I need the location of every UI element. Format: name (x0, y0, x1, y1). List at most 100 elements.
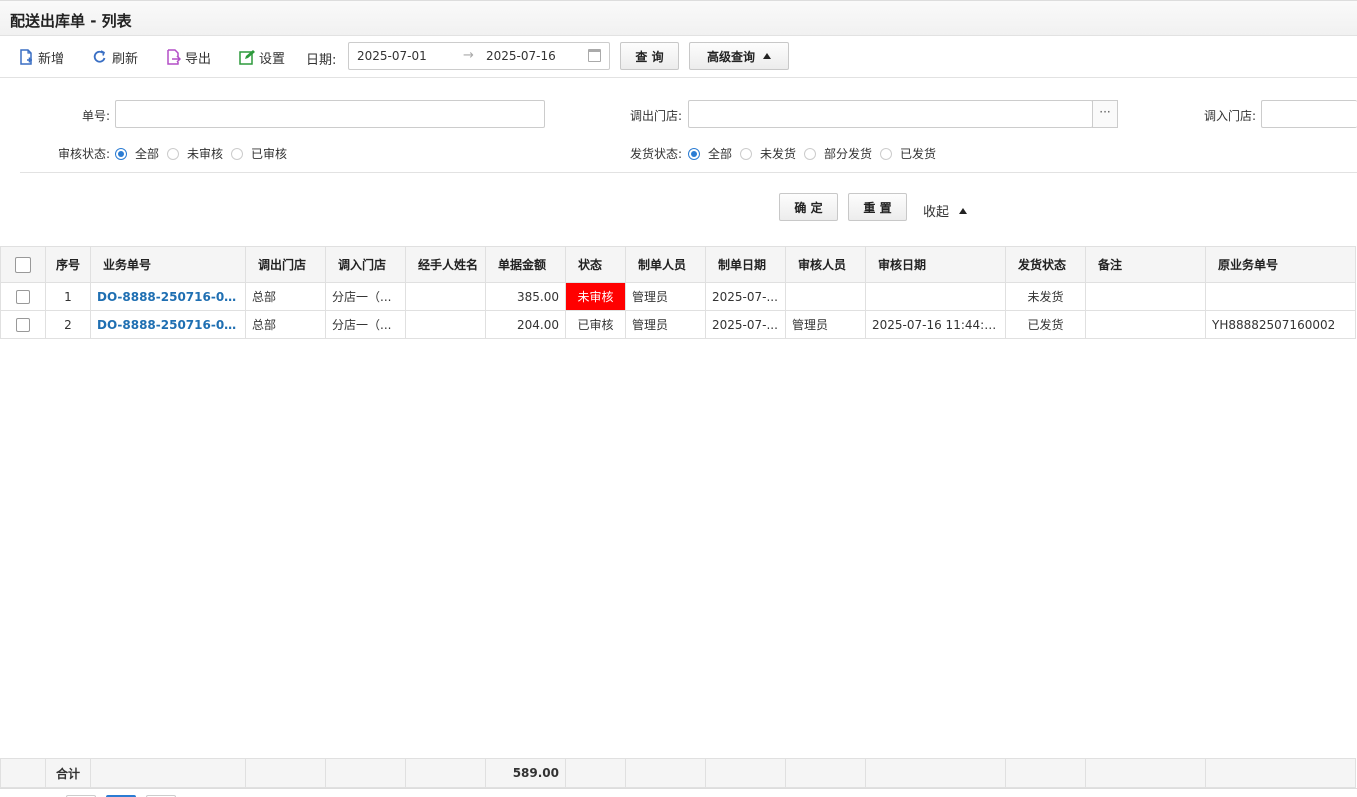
export-label: 导出 (185, 51, 212, 67)
add-label: 新增 (38, 51, 65, 67)
date-range-picker[interactable]: 2025-07-01 → 2025-07-16 (348, 42, 610, 70)
date-arrow-icon: → (463, 48, 474, 63)
column-header[interactable]: 调出门店 (245, 246, 326, 283)
refresh-button[interactable]: 刷新 (92, 47, 138, 67)
row-select-cell[interactable] (0, 310, 46, 339)
settings-button[interactable]: 设置 (239, 47, 285, 67)
in-store-label: 调入门店: (1203, 109, 1256, 123)
column-header[interactable]: 制单人员 (625, 246, 706, 283)
summary-empty (245, 758, 326, 788)
radio-checked-icon (115, 147, 127, 160)
confirm-button[interactable]: 确 定 (779, 193, 838, 221)
date-label: 日期: (306, 53, 337, 68)
ship-status-group: 全部 未发货 部分发货 已发货 (688, 145, 944, 162)
new-file-icon (20, 49, 32, 65)
summary-empty (1085, 758, 1206, 788)
audit-option-all[interactable]: 全部 (115, 145, 159, 162)
row-checkbox[interactable] (16, 289, 30, 304)
audit-option-unaudited[interactable]: 未审核 (167, 145, 223, 162)
ship-option-all[interactable]: 全部 (688, 145, 732, 162)
amount-cell: 385.00 (485, 282, 566, 311)
audit-date-cell: 2025-07-16 11:44:31 (865, 310, 1006, 339)
collapse-label: 收起 (923, 205, 950, 220)
in-store-input[interactable] (1261, 100, 1357, 128)
ship-option-unshipped[interactable]: 未发货 (740, 145, 796, 162)
out-store-picker-button[interactable]: ··· (1092, 100, 1118, 128)
order-number-link[interactable]: DO-8888-250716-0009 (90, 282, 246, 311)
calendar-icon[interactable] (588, 49, 601, 62)
radio-checked-icon (688, 147, 700, 160)
date-end[interactable]: 2025-07-16 (486, 49, 556, 63)
query-label: 查 询 (635, 49, 664, 64)
reset-label: 重 置 (863, 200, 892, 215)
summary-empty (1005, 758, 1086, 788)
remark-cell (1085, 310, 1206, 339)
table-row[interactable]: 1 DO-8888-250716-0009 总部 分店一（... 385.00 … (0, 282, 1356, 311)
refresh-label: 刷新 (112, 51, 139, 67)
ship-status-cell: 已发货 (1005, 310, 1086, 339)
row-checkbox[interactable] (16, 317, 30, 332)
advanced-query-button[interactable]: 高级查询 (689, 42, 789, 70)
summary-empty (1205, 758, 1356, 788)
date-start[interactable]: 2025-07-01 (357, 49, 427, 63)
row-number: 1 (45, 282, 91, 311)
export-button[interactable]: 导出 (165, 47, 211, 67)
radio-icon (804, 147, 817, 160)
collapse-button[interactable]: 收起 (923, 201, 968, 220)
column-header[interactable]: 业务单号 (90, 246, 246, 283)
audit-option-label: 全部 (135, 147, 160, 161)
ship-option-label: 全部 (708, 147, 733, 161)
select-all-header[interactable] (0, 246, 46, 283)
column-header[interactable]: 经手人姓名 (405, 246, 486, 283)
column-header[interactable]: 原业务单号 (1205, 246, 1356, 283)
select-all-checkbox[interactable] (15, 256, 31, 273)
add-button[interactable]: 新增 (18, 47, 64, 67)
order-number-link[interactable]: DO-8888-250716-0008 (90, 310, 246, 339)
ship-option-label: 未发货 (760, 147, 797, 161)
out-store-label: 调出门店: (629, 109, 682, 123)
out-store-input[interactable] (688, 100, 1093, 128)
reset-button[interactable]: 重 置 (848, 193, 907, 221)
toolbar: 新增 刷新 导出 设置 日期: 2025-07-01 → 2025-07-16 … (0, 36, 1357, 78)
audit-status-label: 审核状态: (57, 147, 110, 161)
summary-empty (325, 758, 406, 788)
column-header[interactable]: 备注 (1085, 246, 1206, 283)
audit-option-audited[interactable]: 已审核 (231, 145, 287, 162)
table-row[interactable]: 2 DO-8888-250716-0008 总部 分店一（... 204.00 … (0, 310, 1356, 339)
order-no-input[interactable] (115, 100, 545, 128)
make-date-cell: 2025-07-... (705, 310, 786, 339)
refresh-icon (93, 50, 106, 63)
summary-empty (0, 758, 46, 788)
triangle-up-icon (959, 207, 968, 214)
column-header[interactable]: 发货状态 (1005, 246, 1086, 283)
status-badge: 已审核 (565, 310, 626, 339)
column-header[interactable]: 审核日期 (865, 246, 1006, 283)
summary-empty (405, 758, 486, 788)
column-header[interactable]: 序号 (45, 246, 91, 283)
column-header[interactable]: 单据金额 (485, 246, 566, 283)
in-store-cell: 分店一（... (325, 282, 406, 311)
total-amount: 589.00 (485, 758, 566, 788)
audit-option-label: 已审核 (251, 147, 288, 161)
summary-empty (90, 758, 246, 788)
column-header[interactable]: 制单日期 (705, 246, 786, 283)
title-bar: 配送出库单 - 列表 (0, 0, 1357, 36)
audit-date-cell (865, 282, 1006, 311)
row-select-cell[interactable] (0, 282, 46, 311)
page-title: 配送出库单 - 列表 (10, 12, 132, 30)
amount-cell: 204.00 (485, 310, 566, 339)
make-date-cell: 2025-07-... (705, 282, 786, 311)
data-grid: 序号 业务单号 调出门店 调入门店 经手人姓名 单据金额 状态 制单人员 制单日… (0, 246, 1357, 339)
ship-option-shipped[interactable]: 已发货 (880, 145, 936, 162)
ship-option-label: 部分发货 (824, 147, 873, 161)
ship-option-partial[interactable]: 部分发货 (804, 145, 872, 162)
query-button[interactable]: 查 询 (620, 42, 679, 70)
radio-icon (167, 147, 180, 160)
radio-icon (231, 147, 244, 160)
column-header[interactable]: 状态 (565, 246, 626, 283)
column-header[interactable]: 审核人员 (785, 246, 866, 283)
column-header[interactable]: 调入门店 (325, 246, 406, 283)
advanced-filter-panel: 单号: 调出门店: ··· 调入门店: 审核状态: 全部 未审核 已审核 发货状… (0, 78, 1357, 246)
settings-label: 设置 (259, 51, 286, 67)
summary-empty (625, 758, 706, 788)
